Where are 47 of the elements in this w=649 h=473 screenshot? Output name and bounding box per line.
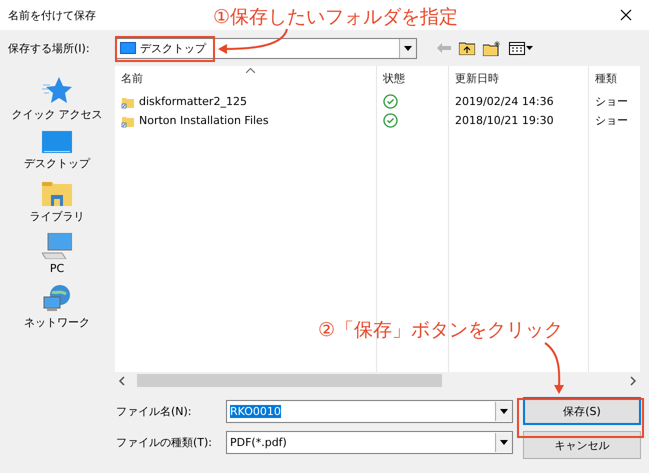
dropdown-button[interactable] (495, 402, 512, 421)
check-circle-icon (383, 113, 398, 128)
save-button[interactable]: 保存(S) (523, 397, 641, 425)
folder-up-icon[interactable] (459, 41, 475, 55)
file-name-label: ファイル名(N): (116, 404, 193, 419)
file-type-label: ファイルの種類(T): (116, 435, 214, 450)
annotation-arrow (544, 342, 566, 395)
column-header[interactable]: 状態 (377, 66, 448, 88)
view-menu-icon[interactable] (509, 42, 533, 54)
column-header[interactable]: 種類 (589, 66, 640, 88)
computer-icon (42, 233, 72, 259)
window-title: 名前を付けて保存 (8, 8, 96, 22)
file-type: ショー (595, 113, 628, 128)
modified-date: 2018/10/21 19:30 (455, 114, 554, 127)
dropdown-button[interactable] (495, 433, 512, 452)
dropdown-arrow-icon (404, 46, 412, 50)
folder-icon (42, 180, 72, 206)
monitor-icon (120, 42, 136, 54)
monitor-icon (42, 131, 72, 153)
file-name: diskformatter2_125 (139, 95, 247, 108)
location-label: 保存する場所(I): (8, 40, 91, 56)
location-dropdown[interactable]: デスクトップ (115, 38, 417, 58)
cancel-button[interactable]: キャンセル (523, 431, 641, 459)
file-type-dropdown[interactable]: PDF(*.pdf) (226, 431, 513, 454)
network-globe-icon (42, 284, 72, 312)
sort-caret-icon (246, 68, 255, 73)
close-icon (620, 9, 632, 21)
sidebar-item[interactable]: ネットワーク (24, 284, 90, 330)
file-name-field[interactable]: RKO0010 (226, 400, 513, 423)
annotation-text: ②「保存」ボタンをクリック (318, 318, 564, 343)
dropdown-arrow-icon (500, 409, 508, 414)
modified-date: 2019/02/24 14:36 (455, 95, 554, 108)
sidebar-item[interactable]: クイック アクセス (11, 76, 103, 122)
new-folder-icon[interactable] (483, 40, 501, 56)
annotation-text: ①保存したいフォルダを指定 (213, 5, 458, 30)
dropdown-arrow-icon (500, 440, 508, 445)
file-name: Norton Installation Files (139, 114, 269, 127)
dropdown-button[interactable] (399, 38, 416, 58)
star-icon (42, 76, 72, 104)
sidebar-item[interactable]: PC (42, 233, 72, 275)
sidebar-item[interactable]: ライブラリ (30, 180, 84, 224)
sidebar-item[interactable]: デスクトップ (24, 131, 90, 171)
check-circle-icon (383, 94, 398, 109)
column-header[interactable]: 更新日時 (449, 66, 588, 88)
column-header[interactable]: 名前 (115, 66, 376, 88)
file-type: ショー (595, 94, 628, 109)
location-value: デスクトップ (140, 40, 206, 56)
